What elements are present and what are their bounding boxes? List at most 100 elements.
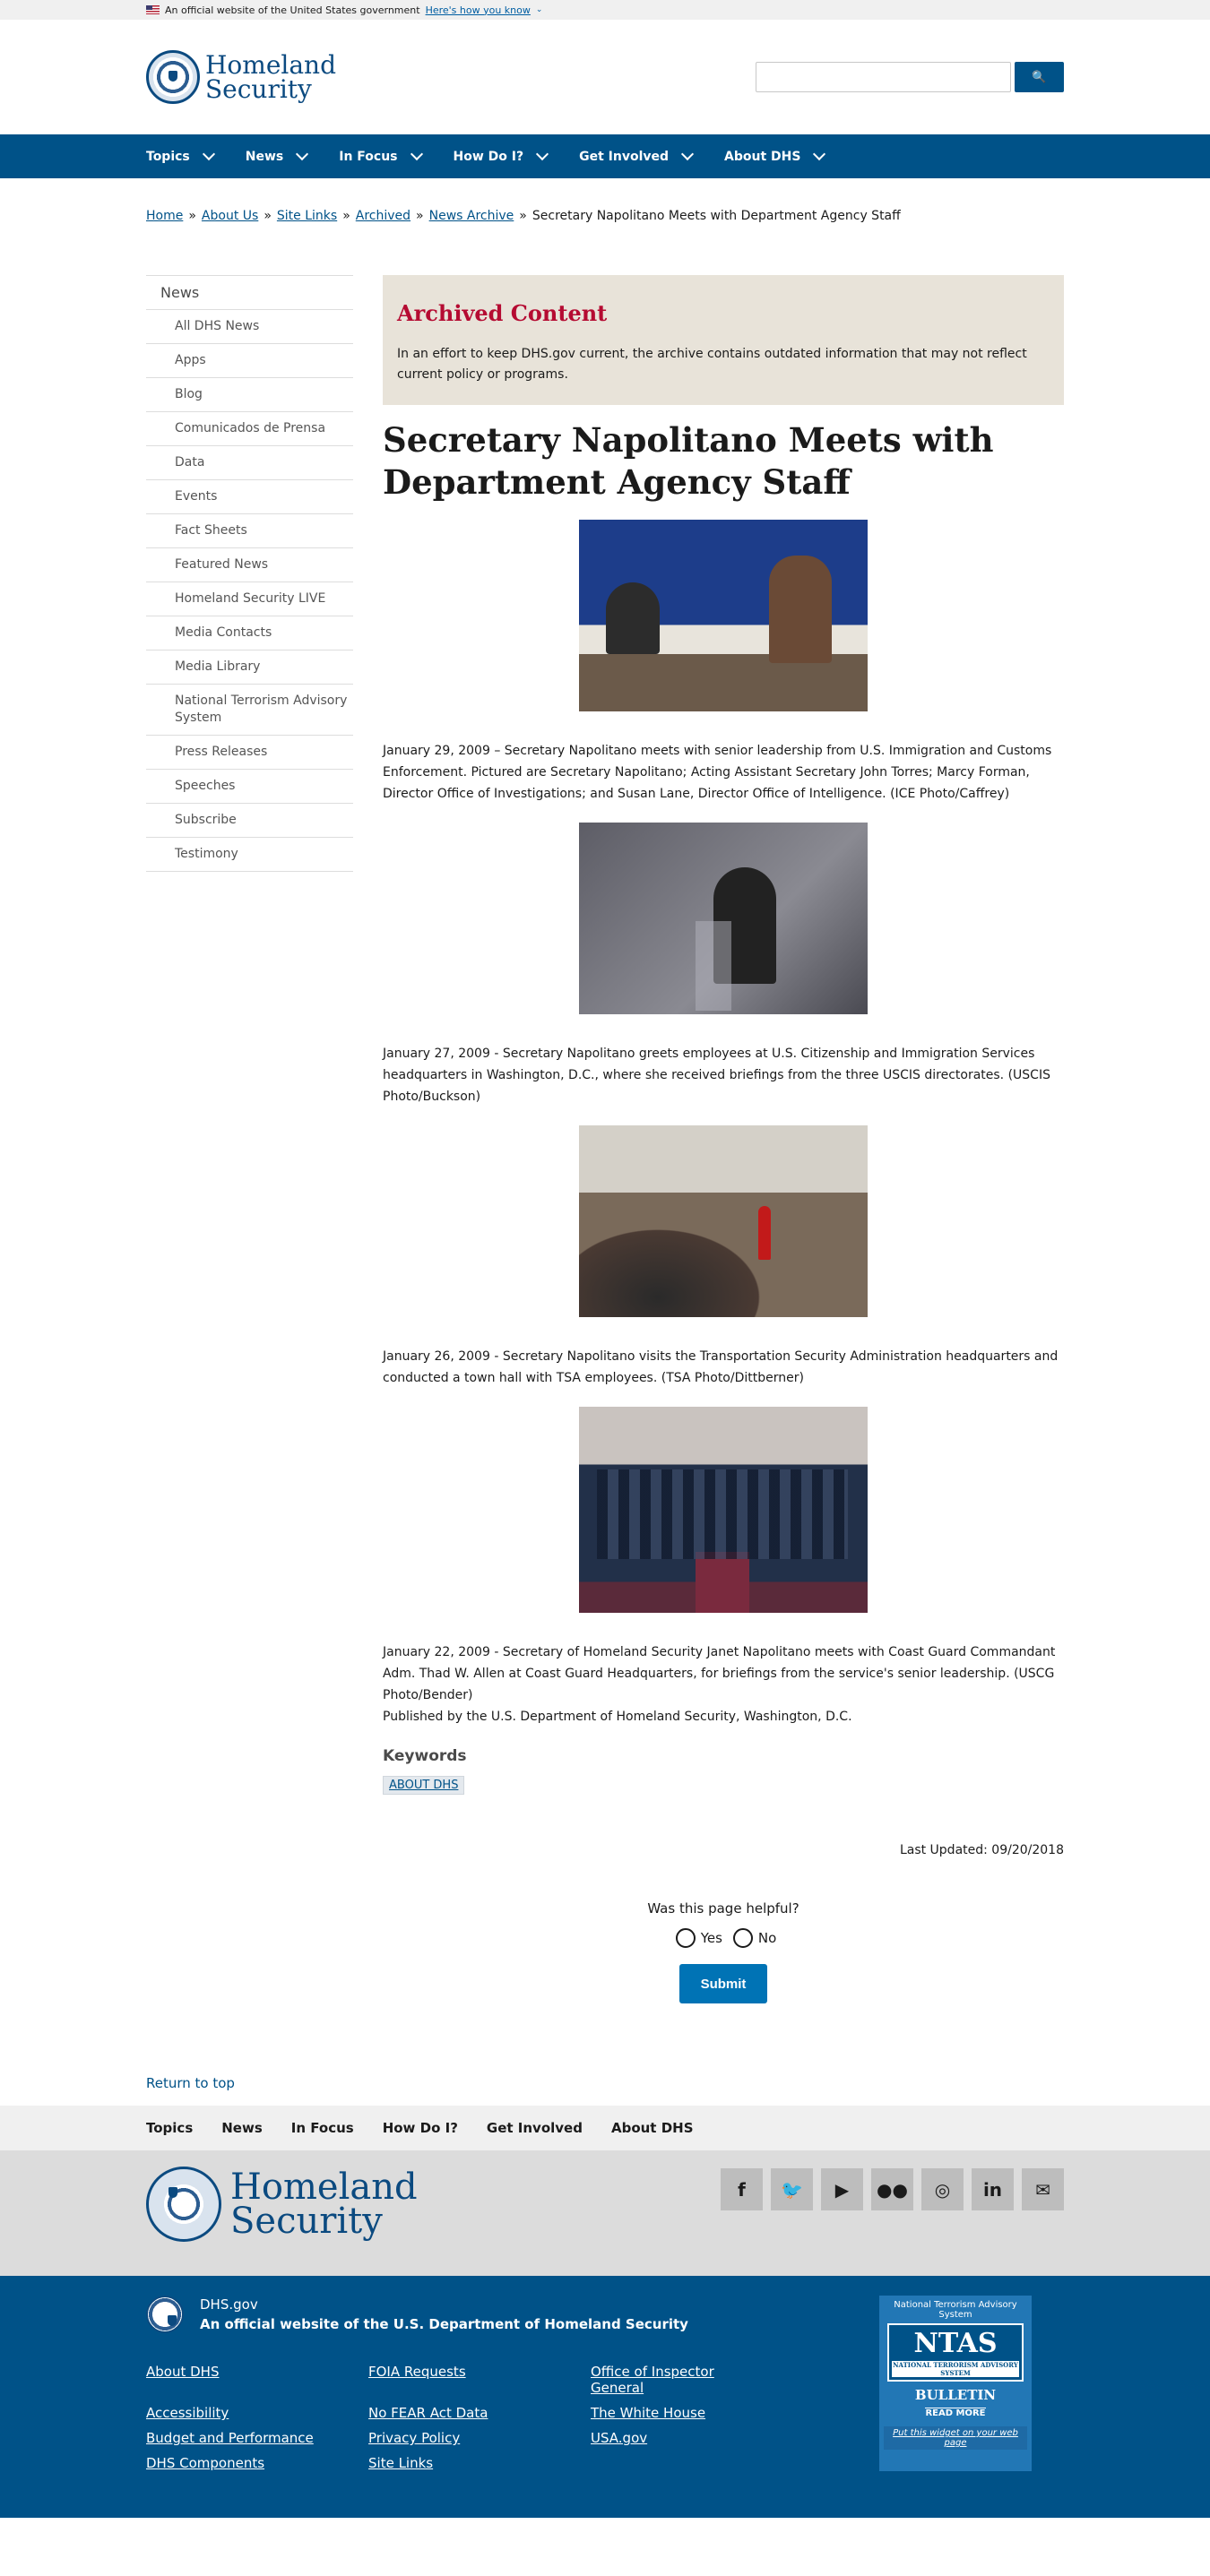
sidebar-item-all-dhs-news[interactable]: All DHS News (146, 310, 353, 344)
footer-nav-get-involved[interactable]: Get Involved (487, 2120, 583, 2136)
search-button[interactable]: 🔍 (1015, 62, 1064, 92)
sidebar-item-media-contacts[interactable]: Media Contacts (146, 616, 353, 650)
footer-links: About DHS FOIA Requests Office of Inspec… (146, 2364, 774, 2471)
footer-link-about-dhs[interactable]: About DHS (146, 2364, 368, 2396)
chevron-down-icon (680, 147, 695, 161)
nav-topics[interactable]: Topics (146, 147, 215, 164)
twitter-icon[interactable]: 🐦 (771, 2168, 813, 2210)
sidebar: News All DHS News Apps Blog Comunicados … (146, 275, 353, 2003)
chevron-down-icon (536, 147, 549, 161)
caption-1: January 29, 2009 – Secretary Napolitano … (383, 744, 1052, 801)
return-to-top-link[interactable]: Return to top (146, 2075, 235, 2091)
instagram-icon[interactable]: ◎ (921, 2168, 964, 2210)
footer-link-white-house[interactable]: The White House (591, 2405, 770, 2421)
keyword-tag-about-dhs[interactable]: ABOUT DHS (383, 1776, 465, 1795)
radio-yes[interactable] (675, 1928, 696, 1948)
radio-no[interactable] (732, 1928, 753, 1948)
linkedin-icon[interactable]: in (972, 2168, 1014, 2210)
photo-uscis-podium (579, 823, 868, 1014)
footer-link-oig[interactable]: Office of Inspector General (591, 2364, 770, 2396)
ntas-bulletin: BULLETIN (914, 2387, 997, 2403)
email-icon[interactable]: ✉ (1022, 2168, 1064, 2210)
published-by: Published by the U.S. Department of Home… (383, 1710, 852, 1724)
nav-get-involved[interactable]: Get Involved (579, 147, 695, 164)
gov-banner-text: An official website of the United States… (165, 4, 420, 16)
dhs-seal-20-years-icon (146, 2167, 221, 2242)
footer-link-accessibility[interactable]: Accessibility (146, 2405, 368, 2421)
last-updated: Last Updated: 09/20/2018 (899, 1843, 1064, 1857)
footer-dhs-link[interactable]: U.S. Department of Homeland Security (393, 2316, 688, 2332)
footer-logo-band: Homeland Security f 🐦 ▶ ●● ◎ in ✉ (0, 2150, 1210, 2276)
footer-nav-how-do-i[interactable]: How Do I? (383, 2120, 458, 2136)
sidebar-item-apps[interactable]: Apps (146, 344, 353, 378)
page-title: Secretary Napolitano Meets with Departme… (383, 420, 994, 502)
footer-nav-topics[interactable]: Topics (146, 2120, 193, 2136)
footer-nav-in-focus[interactable]: In Focus (291, 2120, 354, 2136)
sidebar-item-press-releases[interactable]: Press Releases (146, 736, 353, 770)
ntas-read-more[interactable]: READ MORE (925, 2408, 986, 2418)
ntas-logo: NTAS NATIONAL TERRORISM ADVISORY SYSTEM (887, 2323, 1024, 2382)
sidebar-item-subscribe[interactable]: Subscribe (146, 804, 353, 838)
nav-news[interactable]: News (246, 147, 309, 164)
footer-logo[interactable]: Homeland Security (146, 2167, 418, 2242)
footer-logo-line-1: Homeland (230, 2167, 418, 2208)
chevron-down-icon (410, 147, 423, 161)
footer-nav: Topics News In Focus How Do I? Get Invol… (0, 2106, 1210, 2150)
heres-how-you-know-link[interactable]: Here's how you know (426, 4, 531, 16)
photo-tsa-town-hall (579, 1125, 868, 1317)
footer-link-foia[interactable]: FOIA Requests (368, 2364, 591, 2396)
footer-link-usa-gov[interactable]: USA.gov (591, 2430, 770, 2446)
footer-identifier: DHS.gov An official website of the U.S. … (146, 2296, 774, 2333)
sidebar-item-speeches[interactable]: Speeches (146, 770, 353, 804)
caption-4: January 22, 2009 - Secretary of Homeland… (383, 1645, 1056, 1702)
breadcrumb-home[interactable]: Home (146, 209, 183, 223)
breadcrumb-site-links[interactable]: Site Links (277, 209, 337, 223)
breadcrumb-news-archive[interactable]: News Archive (429, 209, 514, 223)
sidebar-item-featured-news[interactable]: Featured News (146, 548, 353, 582)
chevron-down-icon[interactable]: ⌄ (536, 5, 543, 14)
facebook-icon[interactable]: f (721, 2168, 763, 2210)
nav-in-focus[interactable]: In Focus (339, 147, 423, 164)
social-links: f 🐦 ▶ ●● ◎ in ✉ (721, 2168, 1064, 2210)
breadcrumb-archived[interactable]: Archived (356, 209, 411, 223)
footer-link-privacy[interactable]: Privacy Policy (368, 2430, 591, 2446)
submit-button[interactable]: Submit (679, 1964, 767, 2003)
chevron-down-icon (202, 147, 215, 161)
sidebar-item-homeland-security-live[interactable]: Homeland Security LIVE (146, 582, 353, 616)
sidebar-item-media-library[interactable]: Media Library (146, 650, 353, 685)
breadcrumb: Home» About Us» Site Links» Archived» Ne… (146, 209, 901, 223)
footer-link-no-fear[interactable]: No FEAR Act Data (368, 2405, 591, 2421)
sidebar-item-events[interactable]: Events (146, 480, 353, 514)
sidebar-item-data[interactable]: Data (146, 446, 353, 480)
sidebar-item-comunicados[interactable]: Comunicados de Prensa (146, 412, 353, 446)
sidebar-item-testimony[interactable]: Testimony (146, 838, 353, 872)
nav-about-dhs[interactable]: About DHS (724, 147, 826, 164)
radio-no-label: No (757, 1930, 777, 1946)
footer-nav-news[interactable]: News (221, 2120, 263, 2136)
footer-nav-about-dhs[interactable]: About DHS (611, 2120, 694, 2136)
breadcrumb-about-us[interactable]: About Us (202, 209, 258, 223)
sidebar-heading-news[interactable]: News (146, 275, 353, 310)
ntas-heading: National Terrorism Advisory System (894, 2300, 1017, 2320)
ntas-widget[interactable]: National Terrorism Advisory System NTAS … (879, 2296, 1032, 2471)
dhs-seal-icon (146, 2296, 184, 2333)
flickr-icon[interactable]: ●● (871, 2168, 913, 2210)
photo-coast-guard (579, 1407, 868, 1613)
sidebar-item-ntas[interactable]: National Terrorism Advisory System (146, 685, 353, 736)
ntas-widget-link[interactable]: Put this widget on your web page (884, 2426, 1027, 2450)
sidebar-item-fact-sheets[interactable]: Fact Sheets (146, 514, 353, 548)
dhs-seal-icon (146, 50, 200, 104)
gov-banner: An official website of the United States… (0, 0, 1210, 20)
breadcrumb-current: Secretary Napolitano Meets with Departme… (532, 209, 901, 223)
footer-link-budget[interactable]: Budget and Performance (146, 2430, 368, 2446)
youtube-icon[interactable]: ▶ (821, 2168, 863, 2210)
archived-content-notice: Archived Content In an effort to keep DH… (383, 275, 1064, 405)
ntas-subtitle: NATIONAL TERRORISM ADVISORY SYSTEM (892, 2361, 1019, 2377)
sidebar-item-blog[interactable]: Blog (146, 378, 353, 412)
search-input[interactable] (756, 62, 1011, 92)
nav-how-do-i[interactable]: How Do I? (454, 147, 549, 164)
footer-link-site-links[interactable]: Site Links (368, 2455, 591, 2471)
footer-link-components[interactable]: DHS Components (146, 2455, 368, 2471)
logo-line-2: Security (205, 74, 312, 104)
dhs-logo[interactable]: Homeland Security (146, 50, 336, 104)
